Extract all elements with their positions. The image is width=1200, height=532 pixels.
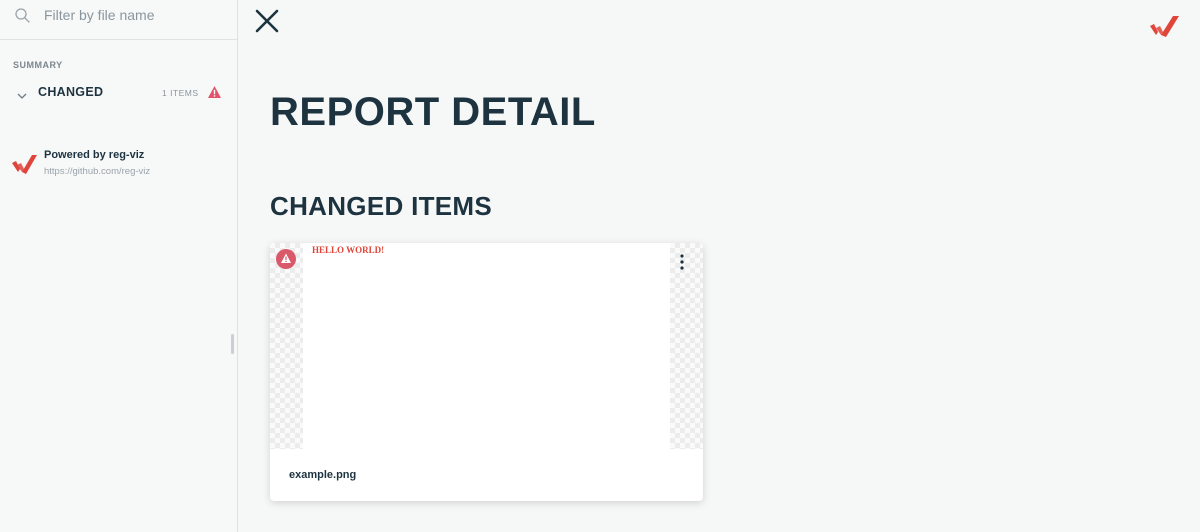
section-title: CHANGED ITEMS [270,191,493,221]
sidebar: SUMMARY CHANGED 1 ITEMS Powered by reg-v… [0,0,238,532]
item-filename: example.png [289,469,357,481]
item-card[interactable]: HELLO WORLD! example.png [270,243,703,501]
chevron-down-icon[interactable] [16,88,28,99]
powered-title: Powered by reg-viz [44,149,145,161]
resize-handle[interactable] [231,334,234,354]
search-input[interactable] [44,5,229,25]
github-link[interactable]: https://github.com/reg-viz [44,166,150,177]
summary-label: SUMMARY [13,60,63,70]
sidebar-item-changed[interactable]: CHANGED 1 ITEMS [0,80,237,106]
reg-viz-logo [12,153,38,175]
search-bar [0,0,237,40]
warning-badge-icon [276,249,296,269]
close-icon [254,9,280,38]
preview-image: HELLO WORLD! [303,243,670,449]
page-title: REPORT DETAIL [270,90,596,134]
search-icon [14,7,32,25]
powered-by: Powered by reg-viz https://github.com/re… [12,148,232,182]
brand-logo [1150,14,1182,38]
image-preview: HELLO WORLD! [270,243,703,449]
preview-text: HELLO WORLD! [312,245,385,255]
more-options-icon[interactable] [676,253,688,271]
close-button[interactable] [254,8,280,34]
sidebar-item-label: CHANGED [38,85,104,99]
warning-icon [207,85,222,99]
item-count: 1 ITEMS [162,88,199,98]
